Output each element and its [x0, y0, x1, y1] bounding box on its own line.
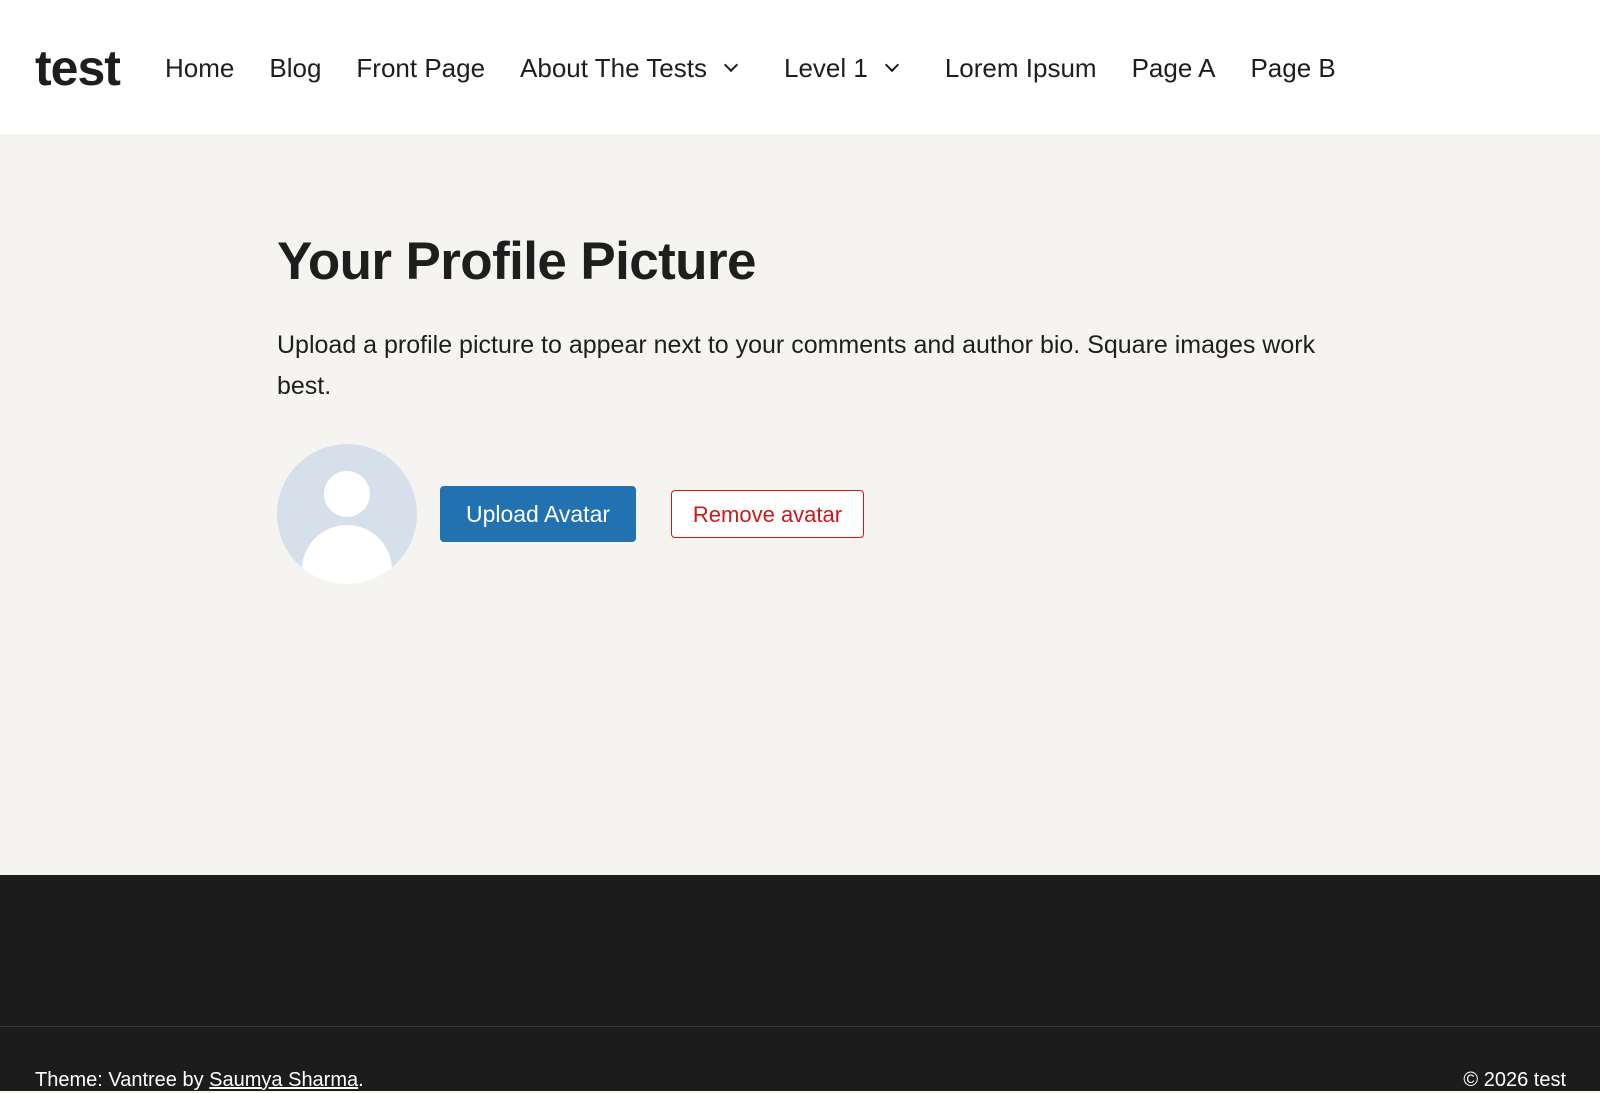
page-title: Your Profile Picture — [277, 232, 756, 291]
nav-item-lorem-ipsum[interactable]: Lorem Ipsum — [945, 48, 1097, 88]
nav-item-label: Home — [165, 53, 235, 83]
nav-item-home[interactable]: Home — [165, 48, 234, 88]
footer-theme-credit: Theme: Vantree by Saumya Sharma. — [35, 1067, 364, 1093]
footer-divider — [0, 1026, 1600, 1027]
nav-item-level-1[interactable]: Level 1 — [784, 48, 899, 88]
nav-item-page-a[interactable]: Page A — [1132, 48, 1216, 88]
main-content: Your Profile Picture Upload a profile pi… — [0, 134, 1600, 875]
footer-theme-suffix: . — [358, 1069, 364, 1091]
nav-item-label: Blog — [269, 53, 322, 83]
chevron-down-icon[interactable] — [884, 57, 899, 73]
nav-item-label: About The Tests — [520, 53, 707, 83]
user-silhouette-icon-body — [302, 525, 392, 584]
nav-item-blog[interactable]: Blog — [269, 48, 321, 88]
nav-item-front-page[interactable]: Front Page — [356, 48, 485, 88]
site-title-link[interactable]: test — [35, 38, 121, 98]
primary-navigation: Home Blog Front Page About The Tests Lev… — [165, 48, 1336, 88]
nav-item-label: Front Page — [356, 53, 486, 83]
avatar-preview — [277, 444, 417, 584]
chevron-down-icon[interactable] — [723, 57, 739, 73]
nav-item-label: Level 1 — [784, 53, 868, 83]
nav-item-label: Lorem Ipsum — [944, 53, 1097, 83]
footer-author-link[interactable]: Saumya Sharma — [209, 1069, 358, 1091]
remove-avatar-button[interactable]: Remove avatar — [671, 490, 864, 538]
footer-copyright: © 2026 test — [1463, 1069, 1566, 1091]
nav-item-label: Page B — [1250, 53, 1336, 83]
nav-item-about-the-tests[interactable]: About The Tests — [520, 48, 739, 88]
site-footer: Theme: Vantree by Saumya Sharma. © 2026 … — [0, 875, 1600, 1091]
upload-avatar-button[interactable]: Upload Avatar — [440, 486, 636, 542]
page-description: Upload a profile picture to appear next … — [277, 331, 1316, 400]
site-header: test Home Blog Front Page About The Test… — [0, 0, 1600, 134]
nav-item-page-b[interactable]: Page B — [1250, 48, 1335, 88]
footer-theme-prefix: Theme: Vantree by — [35, 1069, 210, 1091]
nav-item-label: Page A — [1131, 53, 1216, 83]
user-silhouette-icon-head — [324, 471, 370, 517]
